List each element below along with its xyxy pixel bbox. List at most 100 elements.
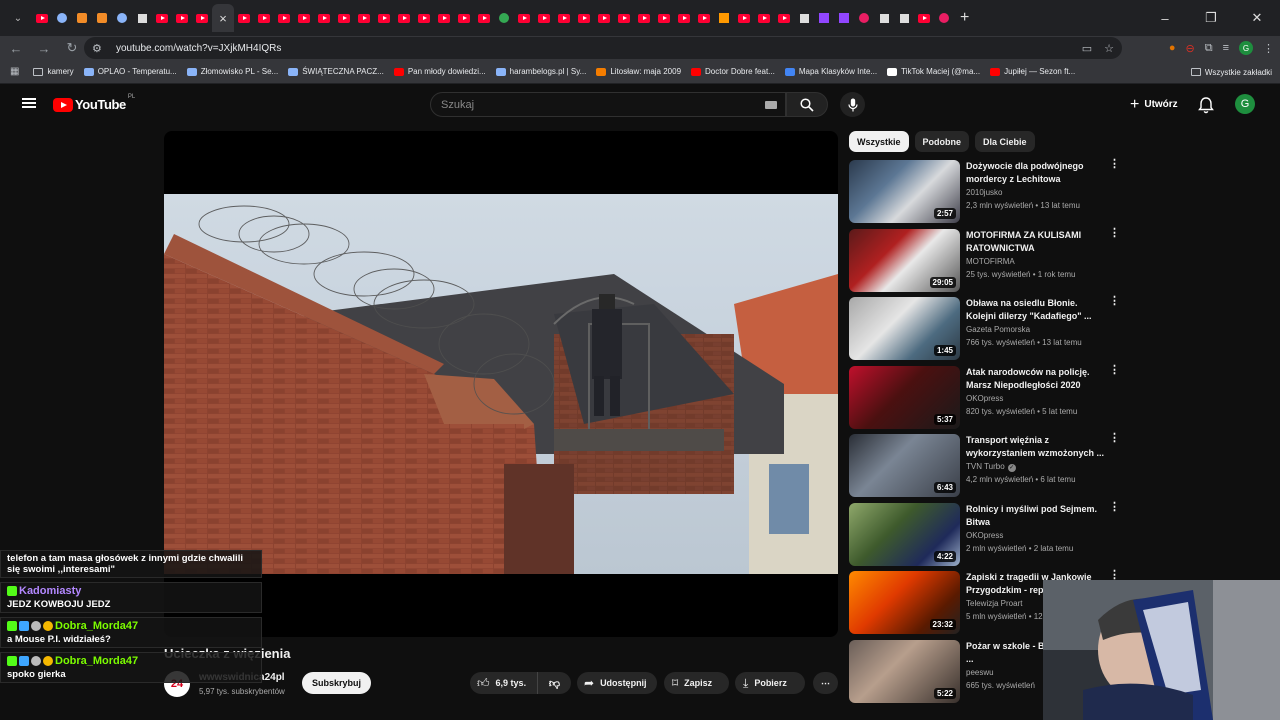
browser-tab[interactable]: [754, 6, 774, 30]
browser-tab[interactable]: [454, 6, 474, 30]
video-thumbnail[interactable]: 2:57: [849, 160, 960, 223]
bookmark-item[interactable]: OPLAO - Temperatu...: [83, 67, 177, 76]
account-avatar[interactable]: G: [1235, 94, 1255, 114]
browser-tab[interactable]: [494, 6, 514, 30]
restore-button[interactable]: ❐: [1188, 0, 1234, 36]
browser-tab[interactable]: [434, 6, 454, 30]
browser-tab[interactable]: [192, 6, 212, 30]
recommendation-channel[interactable]: peeswu: [966, 668, 994, 677]
more-vertical-icon[interactable]: ⋮: [1109, 570, 1120, 581]
tab-search-dropdown[interactable]: ⌄: [8, 8, 28, 28]
chip-for-you[interactable]: Dla Ciebie: [975, 131, 1035, 152]
browser-tab[interactable]: [714, 6, 734, 30]
recommendation-item[interactable]: 4:22 Rolnicy i myśliwi pod Sejmem. Bitwa O…: [849, 501, 1121, 572]
apps-grid-icon[interactable]: ▦: [10, 66, 19, 77]
browser-tab[interactable]: [874, 6, 894, 30]
download-button[interactable]: ⤓ Pobierz: [735, 672, 805, 694]
video-thumbnail[interactable]: 1:45: [849, 297, 960, 360]
save-button[interactable]: ⌑ Zapisz: [664, 672, 729, 694]
browser-tab[interactable]: [234, 6, 254, 30]
close-window-button[interactable]: ✕: [1234, 0, 1280, 36]
recommendation-title[interactable]: Obława na osiedlu Błonie. Kolejni dilerz…: [966, 297, 1106, 323]
video-thumbnail[interactable]: 5:22: [849, 639, 960, 703]
recommendation-channel[interactable]: TVN Turbo ✓: [966, 462, 1016, 472]
extension-icon[interactable]: ●: [1169, 42, 1176, 54]
recommendation-item[interactable]: 2:57 Dożywocie dla podwójnego mordercy z …: [849, 159, 1121, 229]
browser-tab[interactable]: [574, 6, 594, 30]
more-actions-button[interactable]: ⋯: [813, 672, 838, 694]
browser-tab[interactable]: [854, 6, 874, 30]
recommendation-channel[interactable]: 2010jusko: [966, 188, 1002, 197]
recommendation-item[interactable]: 29:05 MOTOFIRMA ZA KULISAMI RATOWNICTWA D…: [849, 227, 1121, 298]
browser-tab[interactable]: [614, 6, 634, 30]
browser-tab[interactable]: [414, 6, 434, 30]
browser-tab[interactable]: [674, 6, 694, 30]
search-button[interactable]: [786, 92, 828, 117]
recommendation-title[interactable]: Dożywocie dla podwójnego mordercy z Lech…: [966, 160, 1106, 186]
bookmark-item[interactable]: Złomowisko PL - Se...: [186, 67, 278, 76]
browser-tab[interactable]: [694, 6, 714, 30]
url-text[interactable]: youtube.com/watch?v=JXjkMH4IQRs: [116, 43, 281, 54]
share-button[interactable]: ➦ Udostępnij: [577, 672, 657, 694]
recommendation-title[interactable]: Transport więźnia z wykorzystaniem wzmoż…: [966, 434, 1106, 460]
menu-hamburger-icon[interactable]: [22, 98, 36, 108]
bookmark-item[interactable]: Mapa Klasyków Inte...: [784, 67, 877, 76]
dislike-button[interactable]: 👎︎: [538, 672, 571, 694]
more-vertical-icon[interactable]: ⋮: [1109, 159, 1120, 170]
video-thumbnail[interactable]: 4:22: [849, 502, 960, 566]
create-button[interactable]: + Utwórz: [1120, 92, 1188, 117]
browser-tab[interactable]: [814, 6, 834, 30]
voice-search-button[interactable]: [840, 92, 865, 117]
chip-related[interactable]: Podobne: [914, 131, 970, 152]
browser-tab[interactable]: [534, 6, 554, 30]
browser-tab[interactable]: [132, 6, 152, 30]
browser-tab[interactable]: [274, 6, 294, 30]
video-thumbnail[interactable]: 6:43: [849, 434, 960, 497]
browser-tab[interactable]: [354, 6, 374, 30]
bookmark-star-icon[interactable]: ☆: [1104, 42, 1114, 55]
recommendation-channel[interactable]: OKOpress: [966, 394, 1003, 403]
media-control-icon[interactable]: ≡: [1223, 42, 1229, 54]
browser-tab[interactable]: [314, 6, 334, 30]
cast-icon[interactable]: ▭: [1082, 42, 1092, 55]
browser-tab[interactable]: [92, 6, 112, 30]
video-thumbnail[interactable]: 29:05: [849, 228, 960, 292]
notifications-bell-icon[interactable]: [1196, 95, 1216, 115]
browser-tab[interactable]: [894, 6, 914, 30]
browser-tab[interactable]: [72, 6, 92, 30]
close-tab-icon[interactable]: ×: [219, 11, 227, 26]
bookmark-item[interactable]: Doctor Dobre feat...: [691, 67, 775, 76]
recommendation-channel[interactable]: Telewizja Proart: [966, 599, 1022, 608]
search-input[interactable]: Szukaj: [430, 92, 786, 117]
forward-button[interactable]: →: [32, 36, 56, 60]
site-info-icon[interactable]: ⚙: [92, 42, 110, 55]
bookmark-item[interactable]: kamery: [33, 67, 74, 76]
bookmark-item[interactable]: Pan młody dowiedzi...: [393, 67, 486, 76]
video-player[interactable]: [164, 131, 838, 637]
recommendation-item[interactable]: 1:45 Obława na osiedlu Błonie. Kolejni di…: [849, 296, 1121, 366]
all-bookmarks-folder[interactable]: Wszystkie zakładki: [1190, 60, 1272, 84]
recommendation-title[interactable]: MOTOFIRMA ZA KULISAMI RATOWNICTWA DROGOW…: [966, 229, 1106, 255]
browser-tab[interactable]: [394, 6, 414, 30]
youtube-logo[interactable]: YouTube PL: [53, 94, 135, 112]
browser-tab[interactable]: [374, 6, 394, 30]
browser-tab[interactable]: [254, 6, 274, 30]
browser-tab[interactable]: [514, 6, 534, 30]
browser-tab[interactable]: [32, 6, 52, 30]
browser-tab[interactable]: [294, 6, 314, 30]
bookmark-item[interactable]: ŚWIĄTECZNA PACZ...: [288, 67, 384, 76]
bookmark-item[interactable]: TikTok Maciej (@ma...: [887, 67, 980, 76]
browser-tab[interactable]: [152, 6, 172, 30]
more-vertical-icon[interactable]: ⋮: [1109, 296, 1120, 307]
subscribe-button[interactable]: Subskrybuj: [302, 672, 371, 694]
address-bar[interactable]: ⚙ youtube.com/watch?v=JXjkMH4IQRs ▭ ☆: [84, 37, 1122, 59]
browser-tab[interactable]: [734, 6, 754, 30]
profile-avatar[interactable]: G: [1239, 41, 1253, 55]
video-frame[interactable]: [164, 194, 838, 574]
more-vertical-icon[interactable]: ⋮: [1109, 364, 1120, 375]
active-tab[interactable]: ×: [212, 4, 234, 32]
more-vertical-icon[interactable]: ⋮: [1109, 227, 1120, 238]
more-vertical-icon[interactable]: ⋮: [1109, 501, 1120, 512]
browser-tab[interactable]: [794, 6, 814, 30]
new-tab-button[interactable]: +: [960, 9, 969, 27]
